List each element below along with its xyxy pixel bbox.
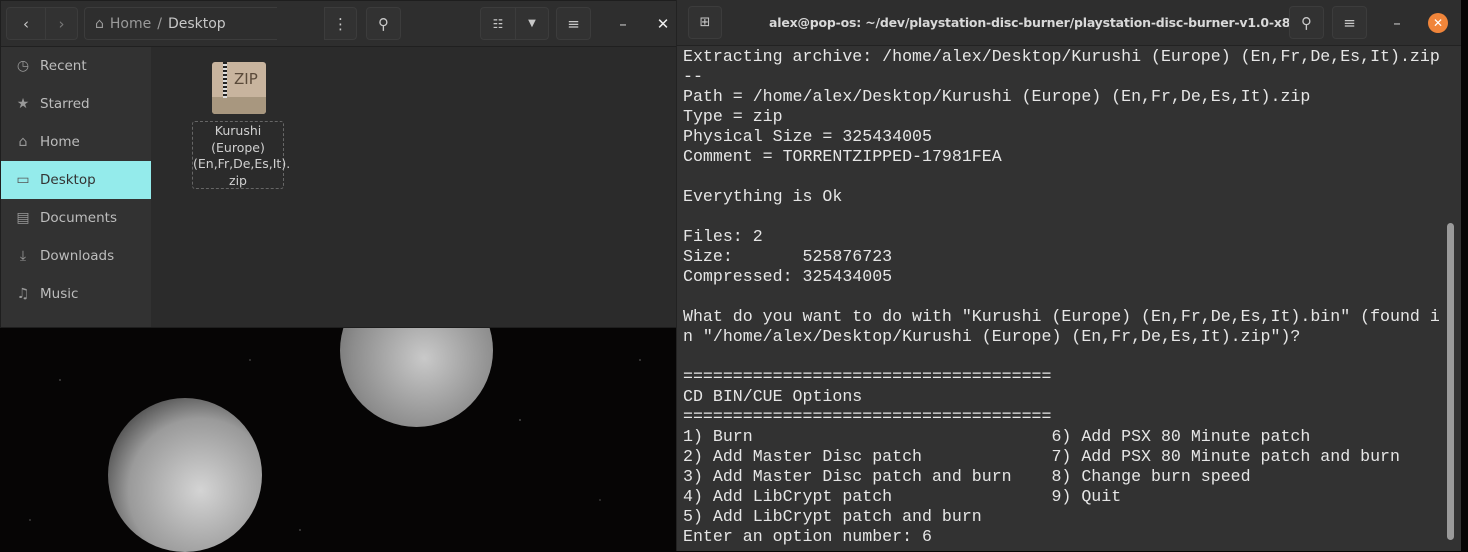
new-tab-icon: ⊞: [699, 15, 711, 30]
desktop-icon: ▭: [16, 172, 30, 188]
path-menu-button[interactable]: ⋮: [324, 7, 357, 40]
close-icon: ✕: [656, 14, 670, 33]
terminal-line: 1) Burn 6) Add PSX 80 Minute patch: [683, 427, 1311, 446]
file-name-label[interactable]: Kurushi (Europe) (En,Fr,De,Es,It). zip: [192, 121, 291, 189]
terminal-line: Type = zip: [683, 107, 783, 126]
sidebar-item-starred[interactable]: ★ Starred: [1, 85, 151, 123]
terminal-output[interactable]: Extracting archive: /home/alex/Desktop/K…: [683, 47, 1440, 547]
forward-button[interactable]: ›: [45, 7, 78, 40]
terminal-line: 4) Add LibCrypt patch 9) Quit: [683, 487, 1122, 506]
chevron-left-icon: ‹: [23, 14, 29, 33]
sidebar-item-documents[interactable]: ▤ Documents: [1, 199, 151, 237]
file-manager-window: ‹ › ⌂ Home / Desktop ⋮ ⚲ ☷ ▼ ≡ – ✕ ◷ Rece…: [0, 0, 680, 328]
terminal-window: ⊞ alex@pop-os: ~/dev/playstation-disc-bu…: [676, 0, 1461, 551]
document-icon: ▤: [16, 210, 30, 226]
minimize-icon: –: [619, 14, 627, 33]
file-name-line: zip: [229, 172, 247, 188]
view-toggle-button[interactable]: ☷: [480, 7, 516, 40]
terminal-line: What do you want to do with "Kurushi (Eu…: [683, 307, 1440, 326]
star-icon: ★: [16, 96, 30, 112]
breadcrumb: ⌂ Home / Desktop: [84, 7, 277, 40]
terminal-line: Everything is Ok: [683, 187, 843, 206]
minimize-icon: –: [1393, 13, 1401, 32]
search-icon: ⚲: [1301, 13, 1312, 32]
terminal-line: =====================================: [683, 367, 1052, 386]
chevron-right-icon: ›: [58, 14, 65, 33]
terminal-line: =====================================: [683, 407, 1052, 426]
terminal-line: Files: 2: [683, 227, 763, 246]
search-button[interactable]: ⚲: [366, 7, 401, 40]
window-title: alex@pop-os: ~/dev/playstation-disc-burn…: [769, 15, 1322, 30]
scrollbar-thumb[interactable]: [1447, 223, 1454, 540]
sidebar-item-label: Downloads: [40, 248, 115, 264]
breadcrumb-home[interactable]: Home: [110, 16, 151, 32]
terminal-search-button[interactable]: ⚲: [1289, 6, 1324, 39]
terminal-line: CD BIN/CUE Options: [683, 387, 863, 406]
terminal-line: Compressed: 325434005: [683, 267, 893, 286]
sidebar-item-label: Home: [40, 134, 80, 150]
terminal-line: 2) Add Master Disc patch 7) Add PSX 80 M…: [683, 447, 1400, 466]
sidebar-item-label: Music: [40, 286, 79, 302]
terminal-line: Enter an option number: 6: [683, 527, 932, 546]
close-button[interactable]: ✕: [649, 7, 677, 40]
view-options-button[interactable]: ▼: [515, 7, 549, 40]
moon-image: [108, 398, 262, 552]
hamburger-icon: ≡: [567, 14, 580, 33]
home-icon: ⌂: [18, 134, 28, 150]
minimize-button[interactable]: –: [1383, 6, 1411, 39]
main-menu-button[interactable]: ≡: [556, 7, 591, 40]
terminal-line: Path = /home/alex/Desktop/Kurushi (Europ…: [683, 87, 1311, 106]
file-name-line: (Europe): [211, 139, 265, 155]
clock-icon: ◷: [16, 58, 30, 74]
sidebar-item-label: Desktop: [40, 172, 96, 188]
home-icon: ⌂: [95, 15, 104, 32]
breadcrumb-separator: /: [157, 15, 162, 32]
sidebar-item-label: Documents: [40, 210, 117, 226]
terminal-line: 3) Add Master Disc patch and burn 8) Cha…: [683, 467, 1251, 486]
terminal-line: 5) Add LibCrypt patch and burn: [683, 507, 982, 526]
terminal-line: Comment = TORRENTZIPPED-17981FEA: [683, 147, 1002, 166]
back-button[interactable]: ‹: [6, 7, 46, 40]
minimize-button[interactable]: –: [609, 7, 637, 40]
zip-icon-text: ZIP: [234, 70, 258, 88]
list-view-icon: ☷: [492, 16, 504, 31]
sidebar-item-recent[interactable]: ◷ Recent: [1, 47, 151, 85]
hamburger-icon: ≡: [1343, 13, 1356, 32]
breadcrumb-desktop[interactable]: Desktop: [168, 16, 226, 32]
sidebar-item-home[interactable]: ⌂ Home: [1, 123, 151, 161]
file-manager-headerbar: ‹ › ⌂ Home / Desktop ⋮ ⚲ ☷ ▼ ≡ – ✕: [1, 1, 679, 47]
search-icon: ⚲: [378, 14, 389, 33]
sidebar: ◷ Recent ★ Starred ⌂ Home ▭ Desktop ▤ Documents ⤓ D…: [1, 47, 151, 327]
terminal-menu-button[interactable]: ≡: [1332, 6, 1367, 39]
sidebar-item-desktop[interactable]: ▭ Desktop: [1, 161, 151, 199]
music-icon: ♫: [16, 286, 30, 302]
terminal-headerbar: ⊞ alex@pop-os: ~/dev/playstation-disc-bu…: [677, 0, 1461, 46]
terminal-line: n "/home/alex/Desktop/Kurushi (Europe) (…: [683, 327, 1301, 346]
sidebar-item-downloads[interactable]: ⤓ Downloads: [1, 237, 151, 275]
sidebar-item-label: Starred: [40, 96, 90, 112]
terminal-line: Physical Size = 325434005: [683, 127, 932, 146]
new-tab-button[interactable]: ⊞: [688, 6, 722, 39]
sidebar-item-music[interactable]: ♫ Music: [1, 275, 151, 313]
terminal-line: --: [683, 67, 703, 86]
download-icon: ⤓: [19, 248, 27, 264]
zip-file-icon[interactable]: ZIP: [212, 62, 266, 114]
close-icon: ✕: [1432, 16, 1444, 30]
terminal-line: Extracting archive: /home/alex/Desktop/K…: [683, 47, 1440, 66]
more-vertical-icon: ⋮: [333, 14, 348, 33]
terminal-line: Size: 525876723: [683, 247, 893, 266]
caret-down-icon: ▼: [528, 18, 536, 29]
file-name-line: (En,Fr,De,Es,It).: [193, 156, 291, 171]
sidebar-item-label: Recent: [40, 58, 87, 74]
close-button[interactable]: ✕: [1428, 13, 1448, 33]
file-name-line: Kurushi: [214, 123, 262, 138]
